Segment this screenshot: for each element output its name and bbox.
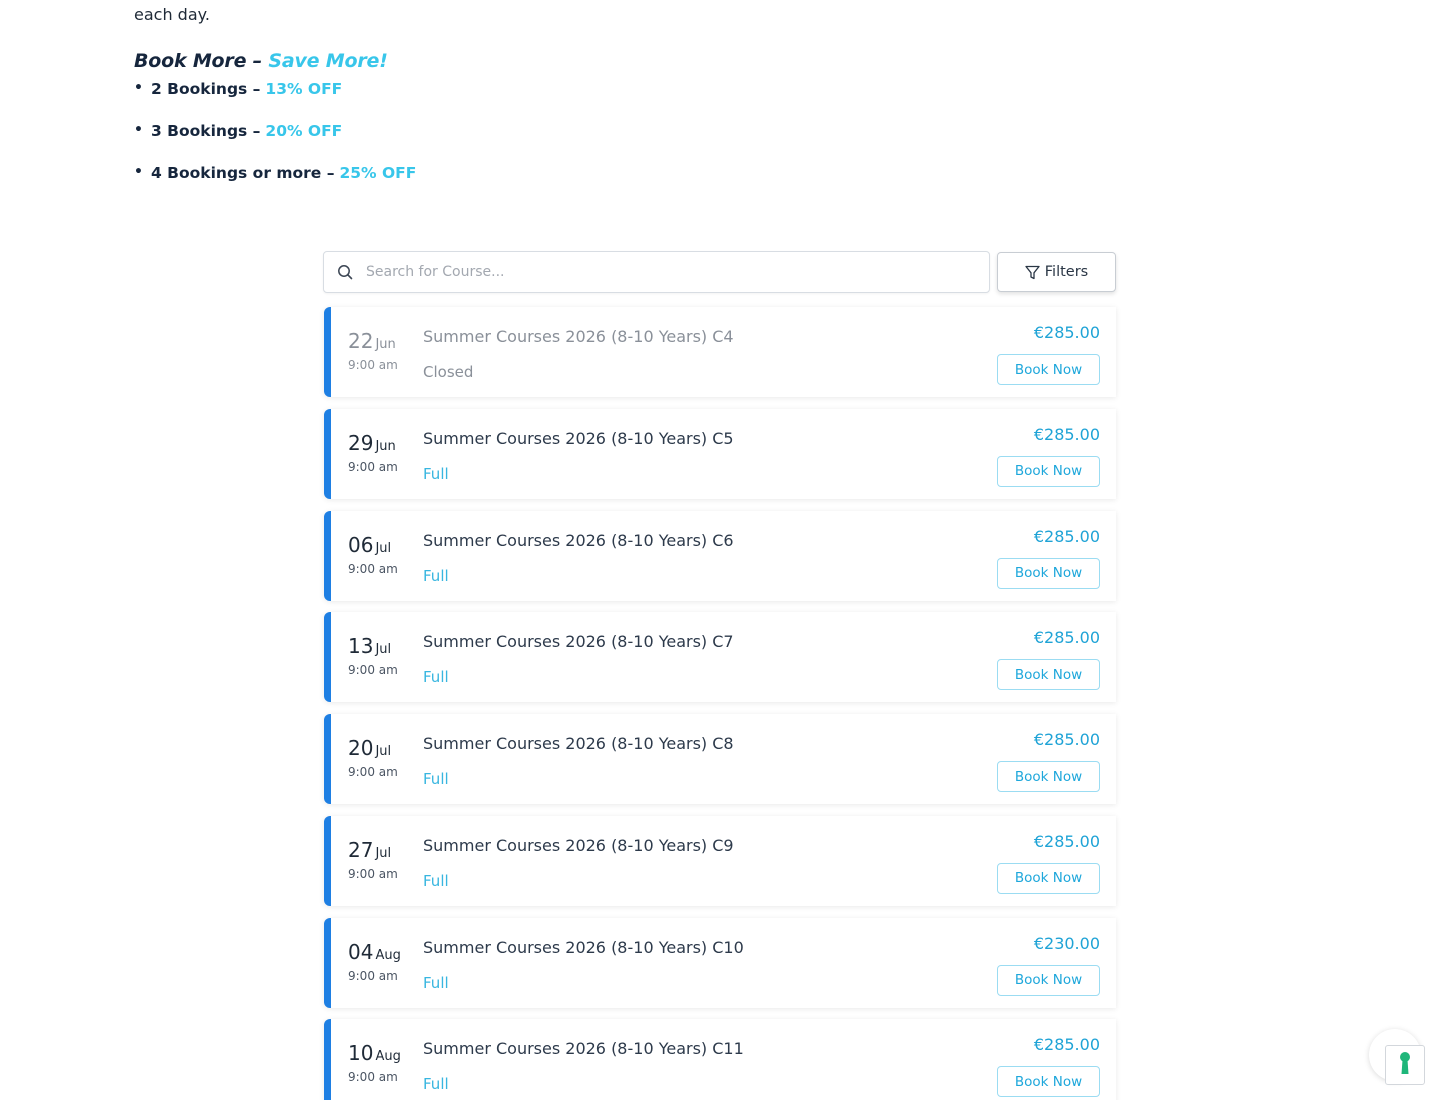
promo-item: • 2 Bookings – 13% OFF — [134, 80, 416, 122]
book-now-button[interactable]: Book Now — [997, 659, 1100, 691]
course-title[interactable]: Summer Courses 2026 (8-10 Years) C10 — [423, 938, 744, 957]
course-title[interactable]: Summer Courses 2026 (8-10 Years) C11 — [423, 1039, 744, 1058]
course-month: Aug — [375, 1049, 401, 1065]
bullet-icon: • — [134, 122, 143, 138]
course-date: 27 Jul — [348, 838, 391, 862]
course-status: Full — [423, 871, 449, 890]
promo-item: • 4 Bookings or more – 25% OFF — [134, 164, 416, 206]
course-time: 9:00 am — [348, 1070, 398, 1085]
course-price: €285.00 — [1033, 424, 1100, 444]
funnel-icon — [1025, 265, 1040, 280]
promo-heading-accent: Save More! — [268, 50, 388, 72]
course-title[interactable]: Summer Courses 2026 (8-10 Years) C8 — [423, 734, 734, 753]
course-day: 13 — [348, 634, 374, 659]
course-date: 04 Aug — [348, 940, 401, 964]
promo-discount-list: • 2 Bookings – 13% OFF • 3 Bookings – 20% … — [134, 80, 416, 206]
course-status: Full — [423, 464, 449, 483]
book-now-button[interactable]: Book Now — [997, 557, 1100, 589]
promo-heading-main: Book More – — [134, 50, 269, 72]
promo-item-discount: 20% OFF — [265, 122, 343, 140]
promo-item-label: 3 Bookings – — [151, 122, 261, 140]
search-input[interactable] — [366, 264, 966, 280]
course-time: 9:00 am — [348, 968, 398, 983]
course-month: Jun — [375, 438, 396, 454]
course-time: 9:00 am — [348, 459, 398, 474]
filters-label: Filters — [1044, 264, 1089, 280]
course-title[interactable]: Summer Courses 2026 (8-10 Years) C7 — [423, 632, 734, 651]
course-status: Full — [423, 566, 449, 585]
keyhole-icon — [1398, 1051, 1412, 1079]
course-status: Full — [423, 1075, 449, 1094]
course-day: 04 — [348, 939, 374, 964]
course-card[interactable]: 22 Jun 9:00 am Summer Courses 2026 (8-10 … — [324, 307, 1116, 397]
course-date: 20 Jul — [348, 736, 391, 760]
course-price: €285.00 — [1033, 730, 1100, 749]
privacy-settings-button[interactable] — [1385, 1045, 1425, 1085]
course-time: 9:00 am — [348, 866, 398, 881]
course-month: Jul — [375, 642, 392, 658]
course-date: 29 Jun — [348, 431, 396, 455]
search-box — [323, 251, 990, 293]
course-date: 22 Jun — [348, 329, 396, 353]
course-day: 29 — [348, 430, 374, 455]
course-card[interactable]: 06 Jul 9:00 am Summer Courses 2026 (8-10 … — [324, 510, 1116, 601]
promo-item-label: 2 Bookings – — [151, 80, 261, 98]
filters-button[interactable]: Filters — [997, 252, 1116, 292]
course-time: 9:00 am — [348, 358, 398, 372]
course-day: 27 — [348, 837, 374, 862]
course-card[interactable]: 13 Jul 9:00 am Summer Courses 2026 (8-10 … — [324, 612, 1116, 703]
course-status: Full — [423, 770, 449, 788]
course-price: €285.00 — [1033, 1035, 1100, 1055]
book-now-button[interactable]: Book Now — [997, 862, 1100, 894]
course-month: Jul — [375, 845, 392, 861]
bullet-icon: • — [134, 80, 143, 96]
promo-item-discount: 13% OFF — [265, 80, 343, 98]
course-price: €285.00 — [1033, 628, 1100, 648]
course-price: €285.00 — [1033, 526, 1100, 546]
course-date: 06 Jul — [348, 533, 391, 557]
promo-item: • 3 Bookings – 20% OFF — [134, 122, 416, 164]
course-month: Jul — [375, 540, 392, 556]
course-title[interactable]: Summer Courses 2026 (8-10 Years) C9 — [423, 836, 734, 855]
course-status: Closed — [423, 363, 474, 381]
book-now-button[interactable]: Book Now — [997, 761, 1100, 792]
course-price: €285.00 — [1033, 323, 1100, 342]
course-month: Jun — [375, 337, 396, 352]
book-now-button[interactable]: Book Now — [997, 1066, 1100, 1098]
book-now-button[interactable]: Book Now — [997, 964, 1100, 996]
course-time: 9:00 am — [348, 765, 398, 779]
promo-item-label: 4 Bookings or more – — [151, 164, 335, 182]
course-month: Jul — [375, 744, 392, 759]
course-day: 22 — [348, 329, 374, 353]
privacy-widget[interactable] — [1369, 1029, 1425, 1085]
promo-heading: Book More – Save More! — [134, 50, 388, 72]
course-status: Full — [423, 668, 449, 687]
book-now-button[interactable]: Book Now — [997, 455, 1100, 487]
course-day: 20 — [348, 736, 374, 760]
course-time: 9:00 am — [348, 561, 398, 576]
course-month: Aug — [375, 947, 401, 963]
course-time: 9:00 am — [348, 663, 398, 678]
course-card[interactable]: 10 Aug 9:00 am Summer Courses 2026 (8-10 … — [324, 1019, 1116, 1100]
course-title[interactable]: Summer Courses 2026 (8-10 Years) C4 — [423, 327, 734, 346]
course-card[interactable]: 29 Jun 9:00 am Summer Courses 2026 (8-10 … — [324, 408, 1116, 499]
bullet-icon: • — [134, 164, 143, 180]
course-card[interactable]: 20 Jul 9:00 am Summer Courses 2026 (8-10 … — [324, 714, 1116, 804]
search-icon — [336, 263, 354, 281]
book-now-button[interactable]: Book Now — [997, 354, 1100, 385]
course-list: 22 Jun 9:00 am Summer Courses 2026 (8-10 … — [324, 307, 1116, 1100]
course-price: €285.00 — [1033, 831, 1100, 851]
course-title[interactable]: Summer Courses 2026 (8-10 Years) C5 — [423, 429, 734, 448]
course-status: Full — [423, 973, 449, 992]
course-date: 10 Aug — [348, 1041, 401, 1065]
course-day: 10 — [348, 1041, 374, 1066]
course-card[interactable]: 04 Aug 9:00 am Summer Courses 2026 (8-10 … — [324, 917, 1116, 1008]
intro-text-tail: each day. — [134, 5, 210, 24]
promo-item-discount: 25% OFF — [339, 164, 417, 182]
course-card[interactable]: 27 Jul 9:00 am Summer Courses 2026 (8-10 … — [324, 815, 1116, 906]
course-date: 13 Jul — [348, 634, 391, 658]
course-day: 06 — [348, 532, 374, 557]
course-price: €230.00 — [1033, 933, 1100, 953]
course-title[interactable]: Summer Courses 2026 (8-10 Years) C6 — [423, 531, 734, 550]
